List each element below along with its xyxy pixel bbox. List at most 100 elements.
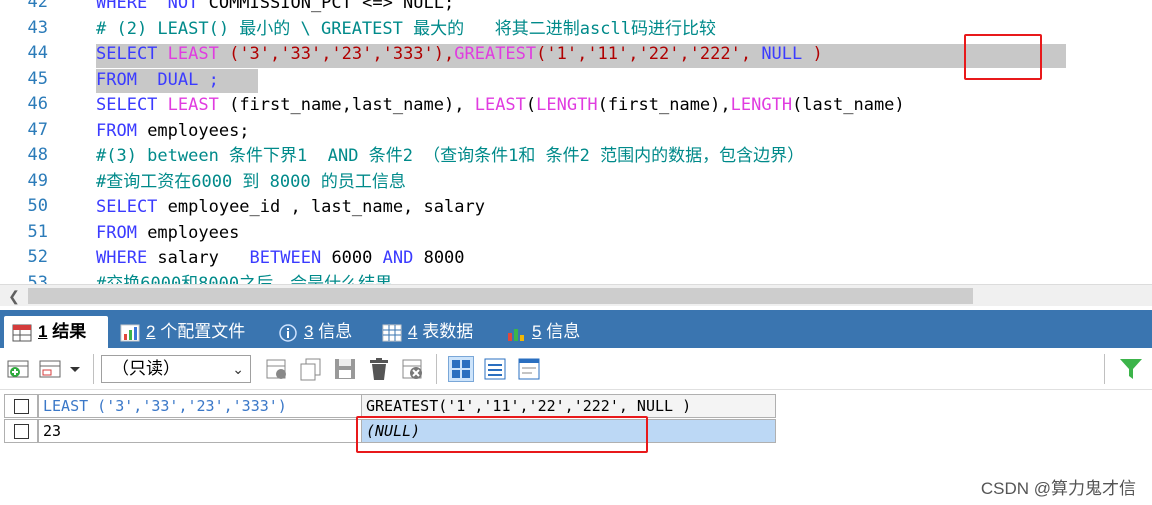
result-tab-bar: 1 结果 2 个配置文件 3 信息 4 表数据 5 信息: [0, 310, 1152, 348]
code-token: ('3','33','23','333'),: [229, 44, 455, 64]
scroll-left-arrow-icon[interactable]: ❮: [6, 285, 22, 307]
text-view-icon[interactable]: [516, 356, 542, 382]
line-number: 48: [27, 145, 48, 165]
delete-row-icon[interactable]: [38, 356, 64, 382]
code-token: SELECT: [96, 44, 168, 64]
tab-table-data[interactable]: 4 表数据: [374, 316, 481, 348]
line-number: 43: [27, 17, 48, 38]
code-token: salary: [157, 248, 250, 268]
line-number: 45: [27, 68, 48, 89]
code-line[interactable]: #(3) between 条件下界1 AND 条件2 （查询条件1和 条件2 范…: [96, 145, 804, 169]
code-token: employees: [147, 222, 240, 243]
code-token: employees;: [147, 120, 250, 141]
code-token: FROM DUAL ;: [96, 69, 219, 90]
code-line[interactable]: SELECT LEAST ('3','33','23','333'),GREAT…: [96, 43, 823, 67]
select-all-checkbox[interactable]: [4, 394, 38, 418]
code-token: (first_name),: [597, 95, 731, 115]
filter-icon[interactable]: [1118, 356, 1144, 382]
cancel-changes-icon[interactable]: [400, 356, 426, 382]
code-token: WHERE: [96, 248, 158, 268]
table-header-row: LEAST ('3','33','23','333') GREATEST('1'…: [4, 394, 776, 418]
code-token: LEAST: [167, 95, 230, 115]
code-line[interactable]: FROM employees;: [96, 120, 250, 144]
trash-icon[interactable]: [366, 356, 392, 382]
code-token: #交换6000和8000之后，会是什么结果: [96, 273, 393, 285]
dropdown-arrow-icon[interactable]: [66, 356, 86, 382]
code-token: GREATEST: [454, 44, 537, 64]
code-line[interactable]: WHERE salary BETWEEN 6000 AND 8000: [96, 247, 465, 271]
code-line[interactable]: FROM DUAL ;: [96, 69, 219, 93]
export-icon[interactable]: [264, 356, 290, 382]
save-icon[interactable]: [332, 356, 358, 382]
toolbar-divider: [1104, 354, 1105, 384]
code-token: 6000: [331, 248, 383, 268]
info-icon: [278, 323, 298, 342]
code-token: NULL: [761, 44, 803, 64]
line-number: 42: [27, 0, 48, 12]
code-line[interactable]: SELECT LEAST (first_name,last_name), LEA…: [96, 94, 905, 118]
tab-info[interactable]: 3 信息: [270, 316, 360, 348]
line-number: 46: [27, 94, 48, 114]
code-token: AND: [382, 248, 424, 268]
line-number: 53: [27, 272, 48, 285]
null-argument-highlight-box: [964, 34, 1042, 80]
code-line[interactable]: # (2) LEAST() 最小的 \ GREATEST 最大的 将其二进制as…: [96, 18, 716, 42]
tab-info-2[interactable]: 5 信息: [498, 316, 588, 348]
table-data-icon: [382, 323, 402, 342]
code-line[interactable]: #交换6000和8000之后，会是什么结果: [96, 273, 392, 285]
info-chart-icon: [506, 323, 526, 341]
code-token: 8000: [423, 248, 465, 268]
toolbar-divider: [93, 354, 94, 384]
code-token: FROM: [96, 222, 148, 243]
line-number: 49: [27, 170, 48, 191]
cell-least-value[interactable]: 23: [38, 419, 362, 443]
copy-icon[interactable]: [298, 356, 324, 382]
code-line[interactable]: WHERE NOT COMMISSION_PCT <=> NULL;: [96, 0, 454, 16]
code-token: employee_id , last_name, salary: [167, 197, 485, 217]
toolbar-divider: [436, 354, 437, 384]
code-token: (last_name): [792, 95, 905, 115]
line-number-gutter: 42 43 44 45 46 47 48 49 50 51 52 53: [0, 0, 60, 284]
code-token: BETWEEN: [249, 248, 332, 268]
code-token: #查询工资在6000 到 8000 的员工信息: [96, 171, 406, 192]
code-token: WHERE NOT: [96, 0, 209, 13]
line-number: 51: [27, 221, 48, 242]
line-number: 52: [27, 247, 48, 267]
column-header-least[interactable]: LEAST ('3','33','23','333'): [38, 394, 362, 418]
code-line[interactable]: #查询工资在6000 到 8000 的员工信息: [96, 171, 406, 195]
code-token: ): [802, 44, 823, 64]
code-token: (first_name,last_name),: [229, 95, 475, 115]
code-token: COMMISSION_PCT <=> NULL;: [208, 0, 455, 13]
csdn-watermark: CSDN @算力鬼才信: [980, 479, 1136, 498]
code-token: LEAST: [474, 95, 526, 115]
code-line[interactable]: SELECT employee_id , last_name, salary: [96, 196, 485, 220]
code-token: SELECT: [96, 197, 168, 217]
tab-result[interactable]: 1 结果: [4, 316, 108, 348]
editor-horizontal-scrollbar[interactable]: ❮: [0, 284, 1152, 306]
code-token: LENGTH: [536, 95, 598, 115]
line-number: 50: [27, 196, 48, 216]
code-token: LEAST: [167, 44, 230, 64]
scrollbar-thumb[interactable]: [28, 288, 973, 304]
result-grid-icon: [12, 323, 32, 342]
add-row-icon[interactable]: [6, 356, 32, 382]
code-token: # (2) LEAST() 最小的 \ GREATEST 最大的 将其二进制as…: [96, 18, 716, 39]
line-number: 44: [27, 43, 48, 63]
code-token: LENGTH: [730, 95, 793, 115]
code-token: ('1','11','22','222',: [536, 44, 762, 64]
code-line[interactable]: FROM employees: [96, 222, 239, 246]
read-only-mode-select[interactable]: （只读） ⌄: [101, 355, 251, 383]
sql-editor[interactable]: 42 43 44 45 46 47 48 49 50 51 52 53 WHERE NOT COMMI…: [0, 0, 1152, 284]
form-view-icon[interactable]: [482, 356, 508, 382]
chevron-down-icon: ⌄: [232, 361, 244, 377]
null-result-highlight-box: [356, 416, 648, 453]
grid-view-icon[interactable]: [448, 356, 474, 382]
profile-icon: [120, 323, 140, 342]
result-grid[interactable]: LEAST ('3','33','23','333') GREATEST('1'…: [0, 390, 1152, 505]
line-number: 47: [27, 119, 48, 140]
result-toolbar: （只读） ⌄: [0, 348, 1152, 390]
code-token: SELECT: [96, 95, 168, 115]
tab-profile[interactable]: 2 个配置文件: [112, 316, 253, 348]
row-checkbox[interactable]: [4, 419, 38, 443]
column-header-greatest[interactable]: GREATEST('1','11','22','222', NULL ): [361, 394, 776, 418]
